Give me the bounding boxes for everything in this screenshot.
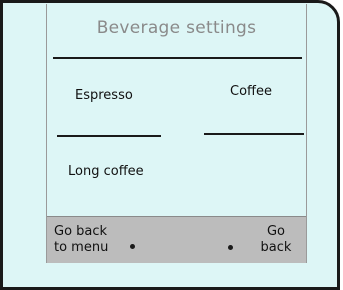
back-to-menu-label-line2: to menu [54,240,109,255]
go-back-label-line1: Go [266,224,286,239]
footer-bar: Go back to menu Go back [47,216,306,263]
option-long-coffee[interactable]: Long coffee [68,164,144,179]
softkey-indicator-right-icon [228,245,233,250]
beverage-settings-screen: Beverage settings Espresso Coffee Long c… [46,4,307,263]
go-back-button[interactable]: Go back [256,224,296,256]
softkey-indicator-left-icon [130,244,135,249]
go-back-label-line2: back [260,240,292,255]
title-divider [53,57,302,59]
divider-right [204,133,304,135]
back-to-menu-label-line1: Go back [54,224,108,239]
page-title: Beverage settings [96,18,257,38]
option-coffee[interactable]: Coffee [230,84,272,99]
back-to-menu-button[interactable]: Go back to menu [54,224,108,256]
option-espresso[interactable]: Espresso [75,88,133,103]
divider-left [57,135,161,137]
